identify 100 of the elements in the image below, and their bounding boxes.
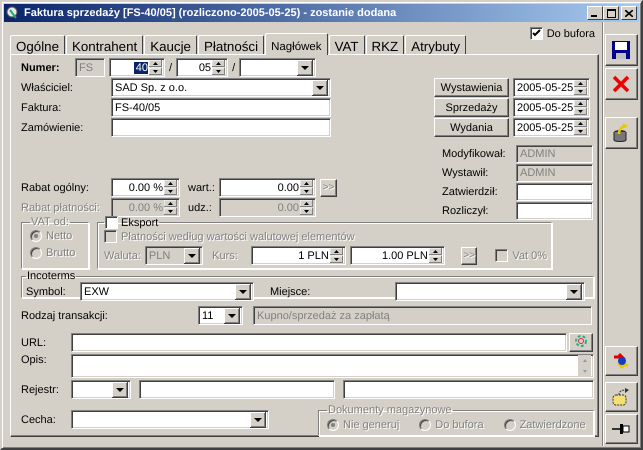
spin-button[interactable] [300, 180, 313, 195]
user-field[interactable] [516, 183, 593, 201]
field-label: wart.: [188, 182, 215, 194]
group-legend: Dokumenty magazynowe [327, 404, 453, 416]
rate-field[interactable]: 1.00 PLN [350, 246, 445, 265]
field-label: Modyfikował: [442, 148, 506, 160]
tab[interactable]: VAT [328, 35, 365, 54]
help-button[interactable] [604, 346, 638, 376]
checkbox[interactable] [105, 216, 118, 229]
app-icon [6, 6, 20, 20]
field-label: Cecha: [21, 414, 56, 426]
checkbox[interactable] [530, 27, 543, 40]
field-label: Miejsce: [270, 286, 310, 298]
spin-button[interactable] [300, 200, 313, 215]
minimize-button[interactable] [587, 6, 603, 20]
checkbox[interactable] [495, 249, 508, 262]
percent-field[interactable]: 0.00 % [111, 178, 180, 197]
radio-label: Zatwierdzone [520, 418, 586, 430]
year-field[interactable]: 05 [176, 58, 228, 77]
field-label: Zamówienie: [21, 122, 84, 134]
tab[interactable]: RKZ [366, 35, 404, 54]
checkbox-label: Eksport [121, 216, 158, 228]
series-dropdown[interactable] [239, 58, 316, 77]
cancel-button[interactable] [604, 68, 638, 100]
scroll-down-icon[interactable] [578, 366, 591, 378]
dropdown-button[interactable] [112, 382, 128, 398]
radio-label: Brutto [46, 246, 76, 258]
field-label: Zatwierdził: [442, 186, 498, 198]
prefix-field: FS [75, 58, 105, 77]
tab[interactable]: Ogólne [10, 35, 65, 54]
tab[interactable]: Atrybuty [405, 35, 466, 54]
spin-button[interactable] [428, 248, 442, 263]
radio-label: Netto [46, 230, 72, 242]
separator-text: / [232, 62, 236, 74]
pin-button[interactable] [604, 414, 638, 444]
description-field[interactable] [71, 354, 594, 378]
field-label: Rabat ogólny: [21, 182, 89, 194]
field-label: URL: [21, 336, 46, 349]
save-icon [611, 40, 631, 60]
checkbox-label: Płatności według wartości walutowej elementów [121, 230, 355, 242]
user-field[interactable] [516, 202, 593, 220]
radio-label: Do bufora [435, 418, 484, 430]
transaction-dropdown[interactable]: 11 [198, 306, 243, 326]
place-dropdown[interactable] [395, 282, 585, 302]
owner-dropdown[interactable]: SAD Sp. z o.o. [111, 78, 331, 97]
field-label: Rabat płatności: [21, 202, 100, 214]
date-button[interactable]: Sprzedaży [434, 98, 509, 117]
attach-button[interactable] [604, 382, 638, 412]
dropdown-button[interactable] [184, 248, 200, 264]
spin-button[interactable] [164, 180, 177, 195]
close-icon [611, 74, 631, 94]
spin-button[interactable] [330, 248, 343, 263]
spin-button[interactable] [574, 120, 588, 135]
date-field[interactable]: 2005-05-25 [513, 118, 590, 137]
field-label: Waluta: [104, 250, 141, 262]
rate-field[interactable]: 1 PLN [250, 246, 346, 265]
symbol-dropdown[interactable]: EXW [80, 282, 254, 302]
field-label: Kurs: [212, 250, 238, 262]
register-dropdown[interactable] [71, 380, 131, 400]
checkbox[interactable] [104, 230, 117, 243]
spin-button[interactable] [574, 80, 588, 95]
save-button[interactable] [604, 34, 638, 66]
tab[interactable]: Płatności [198, 35, 264, 54]
number-field[interactable]: 40 [109, 58, 165, 77]
date-field[interactable]: 2005-05-25 [513, 78, 590, 97]
date-field[interactable]: 2005-05-25 [513, 98, 590, 117]
dropdown-button[interactable] [250, 412, 266, 428]
group-legend: VAT od: [30, 216, 70, 228]
group-legend: Incoterms [26, 270, 76, 282]
browse-button[interactable] [569, 333, 593, 352]
amount-field[interactable]: 0.00 [219, 178, 316, 197]
feature-dropdown[interactable] [71, 410, 269, 429]
spin-button[interactable] [149, 60, 162, 75]
maximize-button[interactable] [603, 6, 619, 20]
dropdown-button[interactable] [235, 284, 251, 300]
date-button[interactable]: Wydania [434, 118, 509, 137]
tab[interactable]: Kaucje [144, 35, 197, 54]
field-label: Symbol: [26, 286, 66, 298]
dropdown-button[interactable] [312, 80, 328, 96]
tab[interactable]: Kontrahent [66, 35, 144, 54]
dotted-ring-icon [573, 334, 589, 348]
url-field[interactable] [71, 333, 567, 352]
register-field[interactable] [139, 380, 335, 400]
register-field[interactable] [343, 380, 594, 400]
dropdown-button[interactable] [297, 60, 314, 76]
field-label: Rodzaj transakcji: [21, 310, 108, 322]
dropdown-button[interactable] [224, 308, 240, 324]
bin-button[interactable] [604, 117, 638, 149]
close-button[interactable] [621, 6, 637, 20]
checkbox-label: Do bufora [546, 28, 595, 40]
field-label: Rozliczył: [442, 205, 488, 217]
tab[interactable]: Nagłówek [265, 33, 328, 55]
order-field[interactable] [111, 118, 331, 137]
spin-button[interactable] [574, 100, 588, 115]
invoice-field[interactable]: FS-40/05 [111, 98, 331, 117]
field-label: Faktura: [21, 102, 62, 114]
date-button[interactable]: Wystawienia [434, 78, 509, 97]
field-label: Właściciel: [21, 82, 73, 94]
spin-button[interactable] [212, 60, 226, 75]
dropdown-button[interactable] [566, 284, 582, 300]
